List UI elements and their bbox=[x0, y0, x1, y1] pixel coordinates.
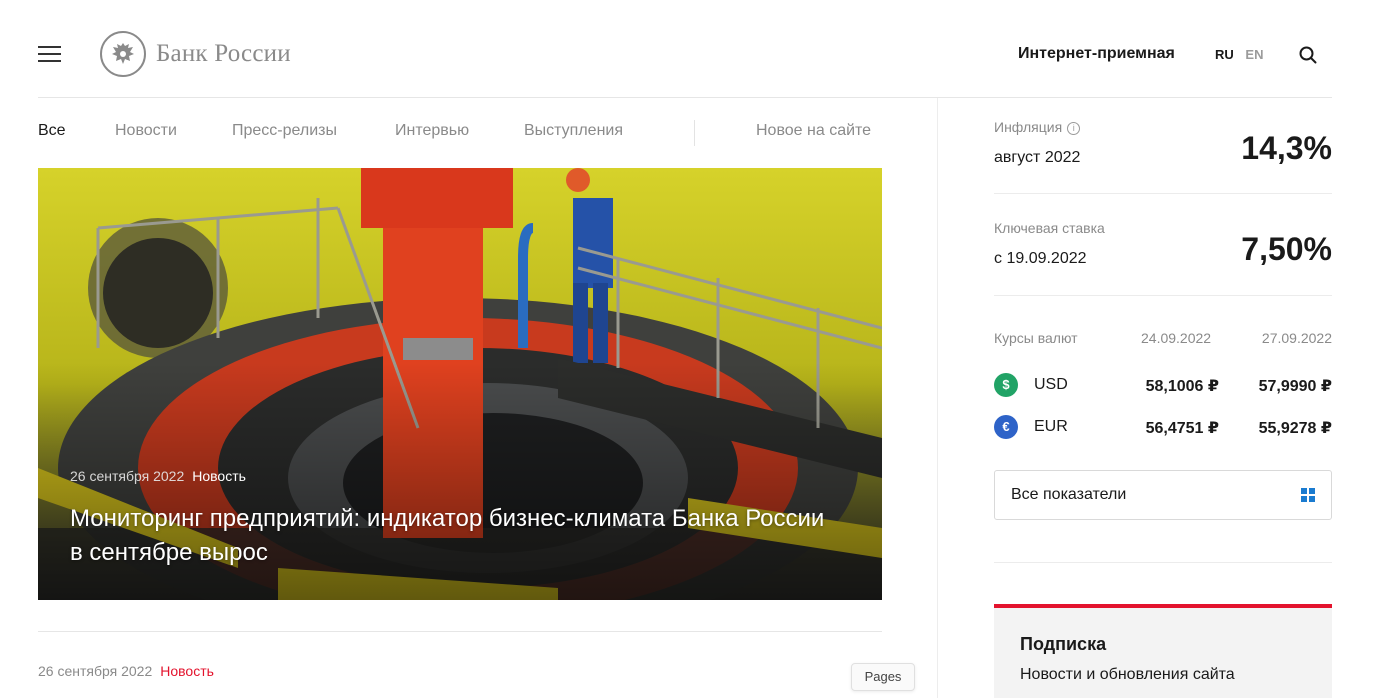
key-rate-value: 7,50% bbox=[1241, 231, 1332, 267]
tab-news[interactable]: Новости bbox=[115, 122, 177, 140]
tab-speeches[interactable]: Выступления bbox=[524, 122, 623, 140]
all-indicators-label: Все показатели bbox=[1011, 486, 1127, 503]
divider bbox=[994, 193, 1332, 194]
menu-icon[interactable] bbox=[38, 46, 62, 64]
currency-rate-2: 55,9278 ₽ bbox=[1258, 420, 1332, 437]
page: Банк России Интернет-приемная RU EN Все … bbox=[0, 0, 1380, 698]
currency-code: EUR bbox=[1034, 418, 1068, 435]
currency-rate-1: 58,1006 ₽ bbox=[1145, 378, 1219, 395]
tab-divider bbox=[694, 120, 695, 146]
news-type[interactable]: Новость bbox=[160, 663, 214, 679]
reception-link[interactable]: Интернет-приемная bbox=[1018, 45, 1175, 63]
tab-all[interactable]: Все bbox=[38, 122, 66, 140]
pages-tooltip: Pages bbox=[851, 663, 915, 691]
inflation-label-wrap: Инфляция i bbox=[994, 119, 1081, 137]
hero-news-card[interactable]: 26 сентября 2022 Новость Мониторинг предп… bbox=[38, 168, 882, 600]
currency-date-2: 27.09.2022 bbox=[1261, 330, 1332, 346]
currency-code: USD bbox=[1034, 376, 1068, 393]
subscription-card[interactable]: Подписка Новости и обновления сайта bbox=[994, 604, 1332, 698]
currency-header: Курсы валют 24.09.2022 27.09.2022 bbox=[994, 330, 1332, 346]
currency-label: Курсы валют bbox=[994, 330, 1078, 346]
search-icon[interactable] bbox=[1298, 45, 1318, 65]
subscription-text: Новости и обновления сайта bbox=[1020, 666, 1235, 683]
hero-title[interactable]: Мониторинг предприятий: индикатор бизнес… bbox=[70, 502, 830, 570]
euro-icon: € bbox=[994, 415, 1018, 439]
currency-rate-2: 57,9990 ₽ bbox=[1258, 378, 1332, 395]
currency-date-1: 24.09.2022 bbox=[1141, 330, 1212, 346]
tab-interviews[interactable]: Интервью bbox=[395, 122, 469, 140]
inflation-label: Инфляция bbox=[994, 119, 1063, 135]
lang-en[interactable]: EN bbox=[1245, 47, 1263, 62]
inflation-period: август 2022 bbox=[994, 149, 1081, 166]
key-rate-label: Ключевая ставка bbox=[994, 220, 1105, 236]
lang-ru[interactable]: RU bbox=[1215, 47, 1234, 62]
inflation-value: 14,3% bbox=[1241, 130, 1332, 166]
subscription-title: Подписка bbox=[1020, 634, 1107, 654]
hero-date: 26 сентября 2022 bbox=[70, 468, 185, 484]
news-date: 26 сентября 2022 bbox=[38, 663, 153, 679]
divider bbox=[994, 295, 1332, 296]
all-indicators-button[interactable]: Все показатели bbox=[994, 470, 1332, 520]
currency-rate-1: 56,4751 ₽ bbox=[1145, 420, 1219, 437]
divider bbox=[994, 562, 1332, 563]
site-header: Банк России Интернет-приемная RU EN bbox=[38, 18, 1332, 98]
dollar-icon: $ bbox=[994, 373, 1018, 397]
eagle-emblem-icon bbox=[100, 31, 146, 77]
hero-meta: 26 сентября 2022 Новость bbox=[70, 468, 246, 484]
column-divider bbox=[937, 98, 938, 698]
logo-text: Банк России bbox=[156, 40, 291, 67]
hero-type: Новость bbox=[192, 468, 246, 484]
divider bbox=[38, 631, 882, 632]
news-item-meta: 26 сентября 2022 Новость bbox=[38, 663, 214, 679]
language-switcher: RU EN bbox=[1215, 47, 1263, 62]
currency-row-usd: $ USD 58,1006 ₽ 57,9990 ₽ bbox=[994, 373, 1332, 399]
tab-press-releases[interactable]: Пресс-релизы bbox=[232, 122, 337, 140]
grid-icon bbox=[1301, 488, 1315, 502]
logo[interactable]: Банк России bbox=[100, 31, 291, 77]
news-tabs: Все Новости Пресс-релизы Интервью Выступ… bbox=[38, 120, 882, 146]
key-rate-date: с 19.09.2022 bbox=[994, 250, 1087, 267]
info-icon[interactable]: i bbox=[1067, 122, 1081, 135]
currency-row-eur: € EUR 56,4751 ₽ 55,9278 ₽ bbox=[994, 415, 1332, 441]
tab-new-on-site[interactable]: Новое на сайте bbox=[756, 122, 871, 140]
